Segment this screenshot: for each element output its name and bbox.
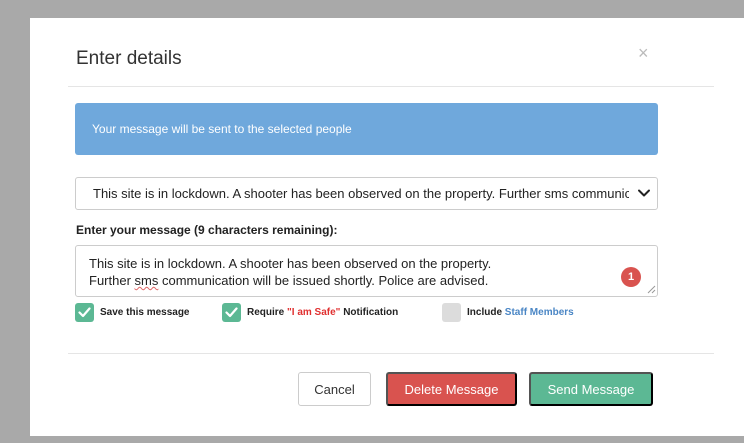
modal-title: Enter details	[76, 48, 182, 69]
require-safe-label: Require "I am Safe" Notification	[247, 307, 399, 318]
cancel-button[interactable]: Cancel	[298, 372, 371, 406]
message-label: Enter your message (9 characters remaini…	[76, 223, 338, 237]
close-icon[interactable]: ×	[638, 44, 649, 62]
header-divider	[68, 86, 714, 87]
include-staff-label: Include Staff Members	[467, 307, 574, 318]
checkmark-icon	[225, 307, 238, 318]
checkmark-icon	[78, 307, 91, 318]
selected-template-text: This site is in lockdown. A shooter has …	[93, 186, 629, 201]
options-row: Save this message Require "I am Safe" No…	[75, 303, 675, 323]
modal-header: Enter details ×	[30, 18, 744, 86]
enter-details-modal: Enter details × Your message will be sen…	[30, 18, 744, 436]
error-count-badge: 1	[621, 267, 641, 287]
delete-message-button[interactable]: Delete Message	[386, 372, 517, 406]
message-line-1: This site is in lockdown. A shooter has …	[89, 256, 492, 271]
save-message-checkbox[interactable]	[75, 303, 94, 322]
info-alert: Your message will be sent to the selecte…	[75, 103, 658, 155]
message-textarea[interactable]: This site is in lockdown. A shooter has …	[75, 245, 658, 297]
require-safe-checkbox[interactable]	[222, 303, 241, 322]
resize-handle-icon[interactable]	[647, 285, 656, 294]
alert-text: Your message will be sent to the selecte…	[92, 122, 352, 136]
include-staff-checkbox[interactable]	[442, 303, 461, 322]
save-message-label: Save this message	[100, 307, 190, 318]
chevron-down-icon	[638, 189, 650, 197]
message-line-2: Further sms communication will be issued…	[89, 273, 489, 288]
misspelled-word: sms	[134, 273, 159, 288]
message-template-select[interactable]: This site is in lockdown. A shooter has …	[75, 177, 658, 210]
send-message-button[interactable]: Send Message	[529, 372, 653, 406]
footer-divider	[68, 353, 714, 354]
